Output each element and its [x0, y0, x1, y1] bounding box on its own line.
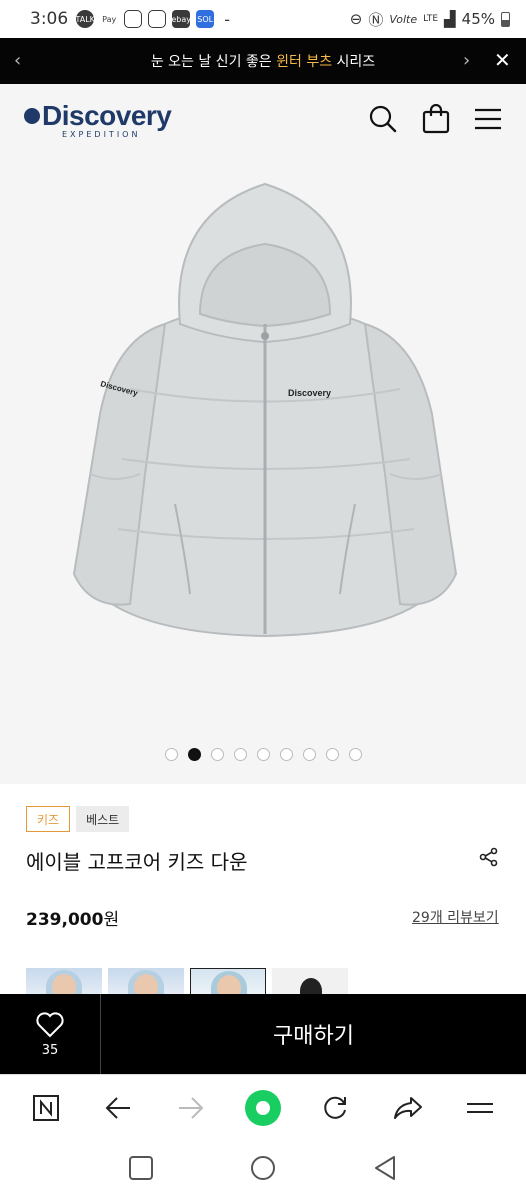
status-time: 3:06	[30, 9, 69, 29]
promo-next-icon[interactable]: ›	[463, 50, 470, 71]
carousel-dot[interactable]	[348, 748, 362, 761]
carousel-indicator	[0, 748, 526, 761]
like-count: 35	[41, 1042, 59, 1058]
discovery-logo[interactable]: Discovery EXPEDITION	[24, 100, 172, 139]
carousel-dot[interactable]	[256, 748, 270, 761]
status-dash: -	[224, 9, 230, 29]
system-nav-bar	[0, 1140, 526, 1200]
forward-arrow-icon[interactable]	[171, 1088, 211, 1128]
home-circle-icon[interactable]	[243, 1088, 283, 1128]
signal-icon: ▟	[444, 10, 456, 28]
browser-toolbar	[0, 1074, 526, 1140]
share-icon[interactable]	[478, 846, 500, 872]
lte-icon: LTE	[423, 14, 439, 24]
bag-icon[interactable]	[422, 104, 450, 134]
nfc-icon: Ⓝ	[368, 10, 384, 29]
tag-best: 베스트	[76, 806, 130, 832]
ebay-notification-icon: ebay	[171, 10, 191, 28]
promo-prev-icon[interactable]: ‹	[14, 50, 21, 71]
carousel-dot[interactable]	[210, 748, 224, 761]
heart-icon	[36, 1011, 64, 1037]
back-icon[interactable]	[372, 1155, 398, 1185]
kakaotalk-notification-icon: TALK	[75, 10, 95, 28]
instagram-notification-icon	[124, 10, 143, 28]
back-arrow-icon[interactable]	[98, 1088, 138, 1128]
product-tags: 키즈 베스트	[26, 806, 130, 832]
share-arrow-icon[interactable]	[388, 1088, 428, 1128]
promo-highlight: 윈터 부츠	[276, 54, 333, 70]
carousel-dot[interactable]	[302, 748, 316, 761]
menu-icon[interactable]	[474, 107, 502, 131]
status-right-icons: ⊖ Ⓝ Volte LTE ▟ 45%	[350, 9, 510, 30]
promo-close-icon[interactable]: ✕	[494, 48, 511, 72]
carousel-dot[interactable]	[325, 748, 339, 761]
site-header: Discovery EXPEDITION	[0, 84, 526, 154]
tag-kids: 키즈	[26, 806, 71, 832]
promo-text[interactable]: 눈 오는 날 신기 좋은 윈터 부츠 시리즈	[151, 51, 375, 71]
volte-icon: Volte	[389, 12, 418, 26]
carousel-dot[interactable]	[279, 748, 293, 761]
carousel-dot[interactable]	[233, 748, 247, 761]
home-icon[interactable]	[249, 1154, 277, 1186]
menu-icon[interactable]	[460, 1088, 500, 1128]
search-icon[interactable]	[368, 104, 398, 134]
down-jacket-image: Discovery Discovery	[72, 182, 458, 638]
naver-icon[interactable]	[26, 1088, 66, 1128]
status-bar: 3:06 TALK Pay ebay SOL - ⊖ Ⓝ Volte LTE ▟…	[0, 0, 526, 38]
like-button[interactable]: 35	[0, 994, 101, 1074]
product-title: 에이블 고프코어 키즈 다운	[26, 850, 248, 874]
sol-pay-notification-icon: Pay	[102, 14, 117, 24]
carousel-dot-active[interactable]	[187, 748, 201, 761]
battery-icon	[501, 11, 510, 27]
product-image-carousel[interactable]: Discovery Discovery	[0, 154, 526, 784]
refresh-icon[interactable]	[315, 1088, 355, 1128]
alarm-icon: ⊖	[349, 10, 363, 28]
buy-button[interactable]: 구매하기	[101, 994, 526, 1074]
purchase-bar: 35 구매하기	[0, 994, 526, 1074]
sol-notification-icon: SOL	[196, 10, 215, 28]
carousel-dot[interactable]	[164, 748, 178, 761]
product-price: 239,000원	[26, 910, 120, 930]
battery-percent: 45%	[461, 10, 495, 28]
recent-apps-icon[interactable]	[128, 1155, 154, 1185]
instagram-notification-icon-2	[148, 10, 167, 28]
jacket-chest-logo: Discovery	[288, 388, 331, 398]
globe-icon	[24, 107, 40, 124]
promo-banner[interactable]: ‹ 눈 오는 날 신기 좋은 윈터 부츠 시리즈 › ✕	[0, 38, 526, 84]
review-link[interactable]: 29개 리뷰보기	[412, 907, 499, 927]
